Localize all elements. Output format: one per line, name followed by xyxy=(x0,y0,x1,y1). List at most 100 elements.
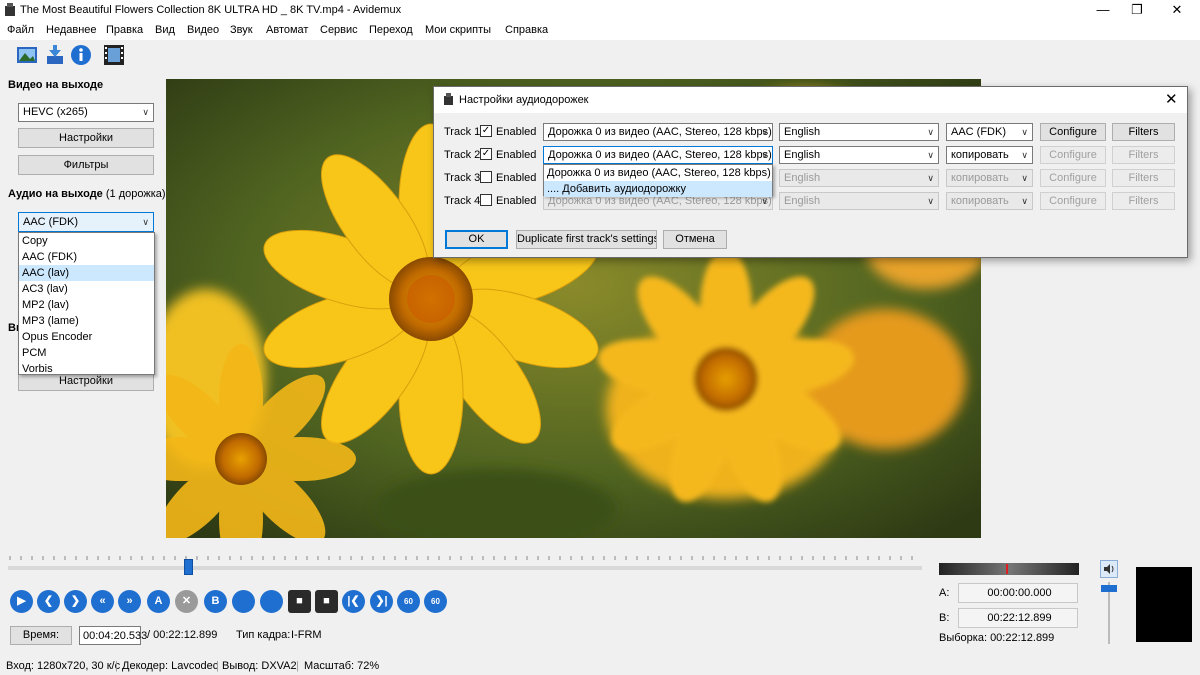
avidemux-app-icon xyxy=(5,3,15,16)
cancel-button[interactable]: Отмена xyxy=(663,230,727,249)
prev-frame-icon[interactable]: « xyxy=(91,590,114,613)
save-icon[interactable] xyxy=(44,44,66,66)
menu-go[interactable]: Переход xyxy=(369,24,413,36)
track-codec-select[interactable]: копировать ∨ xyxy=(946,146,1033,164)
next-black-icon[interactable]: ■ xyxy=(315,590,338,613)
track-filters-button[interactable]: Filters xyxy=(1112,192,1175,210)
play-icon[interactable]: ▶ xyxy=(10,590,33,613)
audio-output-label: Аудио на выходе (1 дорожка) xyxy=(8,188,166,200)
timeline-slider-handle[interactable] xyxy=(184,559,194,575)
track-label: Track 2 xyxy=(444,149,481,161)
video-settings-button[interactable]: Настройки xyxy=(18,128,154,148)
menu-audio[interactable]: Звук xyxy=(230,24,253,36)
add-audio-track-option[interactable]: .... Добавить аудиодорожку xyxy=(544,181,772,197)
open-image-icon[interactable] xyxy=(16,44,38,66)
track-configure-button[interactable]: Configure xyxy=(1040,169,1106,187)
track-configure-button[interactable]: Configure xyxy=(1040,123,1106,141)
audio-codec-option[interactable]: AC3 (lav) xyxy=(19,281,154,297)
status-output: Вывод: DXVA2 xyxy=(222,660,297,672)
next-keyframe-icon[interactable] xyxy=(260,590,283,613)
audio-codec-option[interactable]: MP3 (lame) xyxy=(19,313,154,329)
track-codec-select[interactable]: AAC (FDK) ∨ xyxy=(946,123,1033,141)
rewind-icon[interactable]: ❮ xyxy=(37,590,60,613)
status-scale: Масштаб: 72% xyxy=(304,660,380,672)
menu-video[interactable]: Видео xyxy=(187,24,219,36)
track-language-select[interactable]: English ∨ xyxy=(779,192,939,210)
menu-edit[interactable]: Правка xyxy=(106,24,143,36)
filmstrip-icon[interactable] xyxy=(103,44,125,66)
speaker-icon[interactable] xyxy=(1100,560,1118,578)
chevron-down-icon: ∨ xyxy=(927,127,934,137)
avidemux-app-icon xyxy=(444,93,453,105)
track-enabled-checkbox[interactable]: ✓ xyxy=(480,125,492,137)
audio-output-label-text: Аудио на выходе xyxy=(8,188,103,200)
audio-tracks-dialog: Настройки аудиодорожек ✕ Track 1 ✓ Enabl… xyxy=(433,86,1188,258)
chevron-down-icon: ∨ xyxy=(1021,127,1028,137)
menu-help[interactable]: Справка xyxy=(505,24,548,36)
forward-icon[interactable]: ❯ xyxy=(64,590,87,613)
track-label: Track 4 xyxy=(444,195,481,207)
track-filters-button[interactable]: Filters xyxy=(1112,169,1175,187)
volume-slider-handle[interactable] xyxy=(1101,585,1117,592)
track-enabled-checkbox[interactable] xyxy=(480,194,492,206)
menu-tools[interactable]: Сервис xyxy=(320,24,358,36)
audio-codec-option[interactable]: AAC (FDK) xyxy=(19,249,154,265)
title-bar: The Most Beautiful Flowers Collection 8K… xyxy=(0,0,1200,20)
track-language-select[interactable]: English ∨ xyxy=(779,169,939,187)
menu-bar: Файл Недавнее Правка Вид Видео Звук Авто… xyxy=(0,20,1200,40)
audio-codec-option[interactable]: MP2 (lav) xyxy=(19,297,154,313)
track-configure-button[interactable]: Configure xyxy=(1040,146,1106,164)
track-codec-select[interactable]: копировать ∨ xyxy=(946,169,1033,187)
menu-my-scripts[interactable]: Мои скрипты xyxy=(425,24,491,36)
back-60-icon[interactable]: 60 xyxy=(397,590,420,613)
close-icon[interactable]: ✕ xyxy=(1154,0,1200,20)
track-codec-select[interactable]: копировать ∨ xyxy=(946,192,1033,210)
prev-keyframe-icon[interactable] xyxy=(232,590,255,613)
video-codec-select[interactable]: HEVC (x265) ∨ xyxy=(18,103,154,122)
current-time-field[interactable]: 00:04:20.533 xyxy=(79,626,147,645)
status-separator: | xyxy=(296,660,299,672)
menu-auto[interactable]: Автомат xyxy=(266,24,308,36)
time-button[interactable]: Время: xyxy=(10,626,72,645)
clear-markers-icon[interactable]: ✕ xyxy=(175,590,198,613)
menu-file[interactable]: Файл xyxy=(7,24,34,36)
track-filters-button[interactable]: Filters xyxy=(1112,146,1175,164)
audio-codec-select[interactable]: AAC (FDK) ∨ xyxy=(18,212,154,232)
status-decoder: Декодер: Lavcodec xyxy=(122,660,219,672)
video-codec-value: HEVC (x265) xyxy=(23,106,88,118)
set-marker-a-icon[interactable]: A xyxy=(147,590,170,613)
go-start-icon[interactable]: |❮ xyxy=(342,590,365,613)
close-icon[interactable]: ✕ xyxy=(1165,90,1178,108)
control-label: A xyxy=(154,595,163,607)
audio-codec-option-selected[interactable]: AAC (lav) xyxy=(19,265,154,281)
info-icon[interactable] xyxy=(70,44,92,66)
ok-button[interactable]: OK xyxy=(445,230,508,249)
track-configure-button[interactable]: Configure xyxy=(1040,192,1106,210)
track-enabled-checkbox[interactable] xyxy=(480,171,492,183)
audio-codec-option[interactable]: Vorbis xyxy=(19,361,154,377)
prev-black-icon[interactable]: ■ xyxy=(288,590,311,613)
track-filters-button[interactable]: Filters xyxy=(1112,123,1175,141)
dialog-title-bar: Настройки аудиодорожек ✕ xyxy=(434,87,1187,113)
next-frame-icon[interactable]: » xyxy=(118,590,141,613)
track-source-select[interactable]: Дорожка 0 из видео (AAC, Stereo, 128 kbp… xyxy=(543,146,773,164)
audio-codec-option[interactable]: Opus Encoder xyxy=(19,329,154,345)
go-end-icon[interactable]: ❯| xyxy=(370,590,393,613)
track-source-select[interactable]: Дорожка 0 из видео (AAC, Stereo, 128 kbp… xyxy=(543,123,773,141)
timeline-ruler[interactable] xyxy=(8,552,924,578)
track-language-select[interactable]: English ∨ xyxy=(779,146,939,164)
window-title: The Most Beautiful Flowers Collection 8K… xyxy=(20,4,402,16)
set-marker-b-icon[interactable]: B xyxy=(204,590,227,613)
track-enabled-checkbox[interactable]: ✓ xyxy=(480,148,492,160)
track-language-value: English xyxy=(784,149,821,161)
source-option[interactable]: Дорожка 0 из видео (AAC, Stereo, 128 kbp… xyxy=(544,165,772,181)
track-language-select[interactable]: English ∨ xyxy=(779,123,939,141)
audio-codec-option[interactable]: Copy xyxy=(19,233,154,249)
audio-codec-option[interactable]: PCM xyxy=(19,345,154,361)
video-filters-button[interactable]: Фильтры xyxy=(18,155,154,175)
forward-60-icon[interactable]: 60 xyxy=(424,590,447,613)
source-dropdown: Дорожка 0 из видео (AAC, Stereo, 128 kbp… xyxy=(543,164,773,197)
menu-recent[interactable]: Недавнее xyxy=(46,24,97,36)
duplicate-settings-button[interactable]: Duplicate first track's settings xyxy=(516,230,657,249)
menu-view[interactable]: Вид xyxy=(155,24,175,36)
